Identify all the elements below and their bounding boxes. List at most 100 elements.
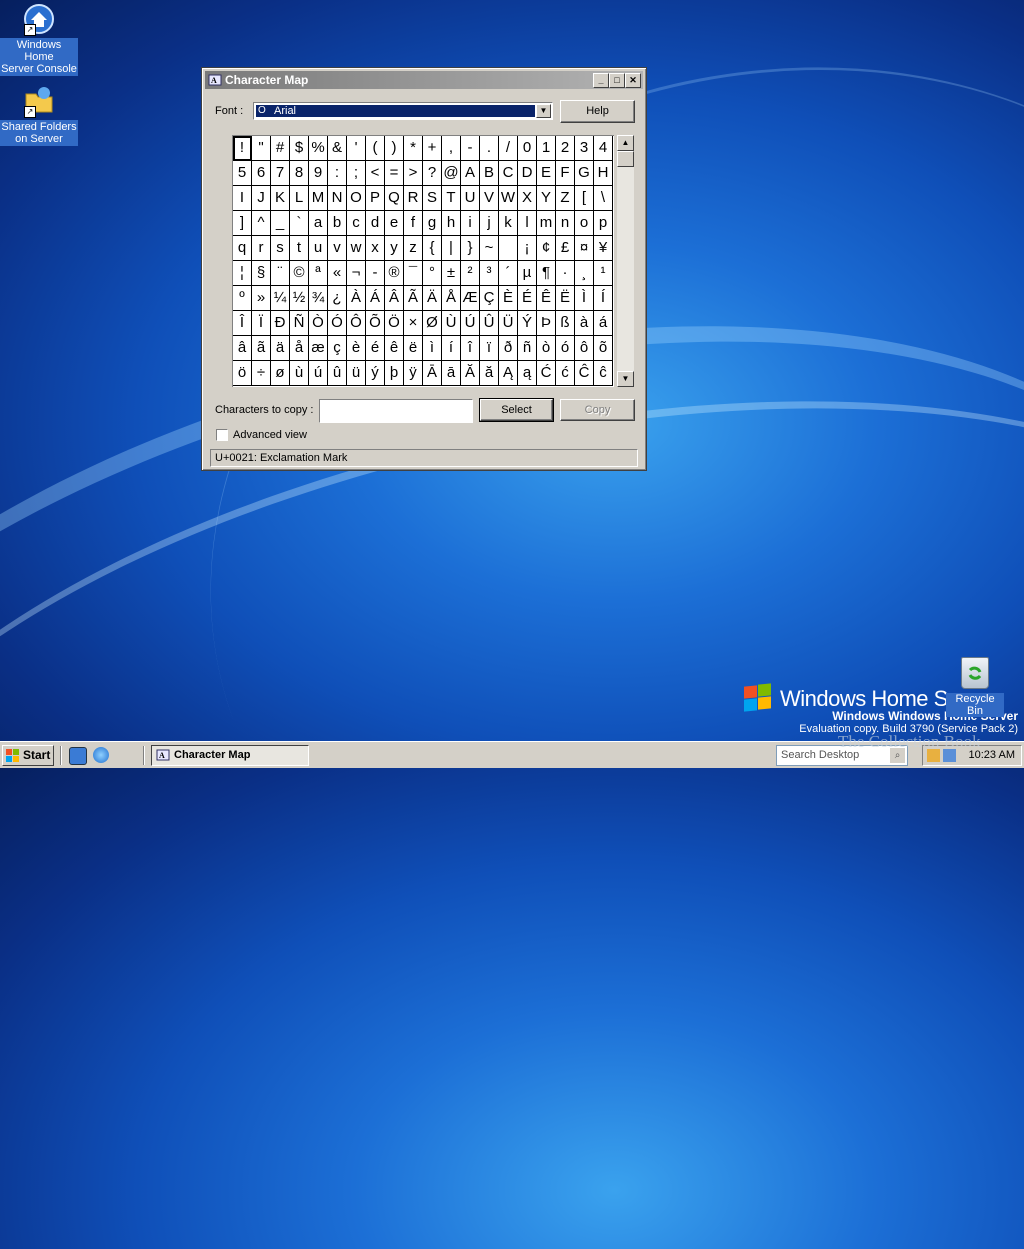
character-cell[interactable]: ª [309,261,328,286]
character-cell[interactable]: , [442,136,461,161]
character-cell[interactable]: q [233,236,252,261]
character-cell[interactable]: á [594,311,613,336]
character-cell[interactable]: Í [594,286,613,311]
character-cell[interactable]: û [328,361,347,386]
character-cell[interactable]: ì [423,336,442,361]
taskbar-button-character-map[interactable]: A Character Map [151,745,309,766]
help-button[interactable]: Help [560,100,635,123]
character-cell[interactable]: ü [347,361,366,386]
character-cell[interactable]: B [480,161,499,186]
character-cell[interactable]: J [252,186,271,211]
character-cell[interactable]: A [461,161,480,186]
character-cell[interactable]: ý [366,361,385,386]
character-cell[interactable]: À [347,286,366,311]
character-cell[interactable]: ¦ [233,261,252,286]
character-cell[interactable]: N [328,186,347,211]
character-cell[interactable]: e [385,211,404,236]
character-cell[interactable]: W [499,186,518,211]
character-cell[interactable]: t [290,236,309,261]
character-cell[interactable]: P [366,186,385,211]
character-cell[interactable]: - [366,261,385,286]
character-cell[interactable]: Û [480,311,499,336]
character-cell[interactable]: ` [290,211,309,236]
character-cell[interactable]: Ç [480,286,499,311]
character-cell[interactable]: V [480,186,499,211]
character-cell[interactable]: E [537,161,556,186]
character-cell[interactable]: v [328,236,347,261]
character-cell[interactable]: î [461,336,480,361]
character-cell[interactable]: % [309,136,328,161]
character-cell[interactable]: b [328,211,347,236]
character-cell[interactable]: µ [518,261,537,286]
character-cell[interactable]: å [290,336,309,361]
character-cell[interactable]: ã [252,336,271,361]
character-cell[interactable]: ô [575,336,594,361]
character-cell[interactable]: ¹ [594,261,613,286]
character-cell[interactable]: Q [385,186,404,211]
character-cell[interactable]: Ù [442,311,461,336]
character-cell[interactable]: $ [290,136,309,161]
character-cell[interactable]: ä [271,336,290,361]
character-cell[interactable]: ¨ [271,261,290,286]
select-button[interactable]: Select [479,398,554,422]
character-cell[interactable]: < [366,161,385,186]
character-cell[interactable]: o [575,211,594,236]
character-cell[interactable]: ¡ [518,236,537,261]
advanced-view-checkbox[interactable] [216,429,228,441]
character-cell[interactable]: Þ [537,311,556,336]
character-cell[interactable]: ā [442,361,461,386]
character-cell[interactable]: ï [480,336,499,361]
character-cell[interactable]: ó [556,336,575,361]
character-cell[interactable]: Ä [423,286,442,311]
character-cell[interactable]: ^ [252,211,271,236]
character-cell[interactable]: 5 [233,161,252,186]
character-cell[interactable]: 7 [271,161,290,186]
character-cell[interactable]: a [309,211,328,236]
character-cell[interactable]: i [461,211,480,236]
character-cell[interactable]: ñ [518,336,537,361]
character-cell[interactable]: ç [328,336,347,361]
character-cell[interactable]: æ [309,336,328,361]
character-cell[interactable]: u [309,236,328,261]
character-cell[interactable]: n [556,211,575,236]
character-cell[interactable]: ¿ [328,286,347,311]
character-cell[interactable]: 9 [309,161,328,186]
character-cell[interactable]: U [461,186,480,211]
character-cell[interactable]: 0 [518,136,537,161]
character-cell[interactable]: c [347,211,366,236]
character-cell[interactable]: ą [518,361,537,386]
scroll-thumb[interactable] [617,151,634,167]
character-cell[interactable]: R [404,186,423,211]
character-cell[interactable]: T [442,186,461,211]
character-cell[interactable]: ¢ [537,236,556,261]
character-cell[interactable]: d [366,211,385,236]
character-cell[interactable]: Ô [347,311,366,336]
character-cell[interactable]: Ó [328,311,347,336]
character-cell[interactable]: _ [271,211,290,236]
character-cell[interactable]: w [347,236,366,261]
character-cell[interactable]: È [499,286,518,311]
character-cell[interactable]: O [347,186,366,211]
minimize-button[interactable]: _ [593,73,609,88]
character-cell[interactable]: * [404,136,423,161]
character-cell[interactable]: ß [556,311,575,336]
character-cell[interactable]: ÿ [404,361,423,386]
character-cell[interactable]: É [518,286,537,311]
character-cell[interactable]: Å [442,286,461,311]
character-cell[interactable]: Î [233,311,252,336]
character-cell[interactable]: ¯ [404,261,423,286]
character-cell[interactable]: í [442,336,461,361]
character-cell[interactable]: Ã [404,286,423,311]
character-cell[interactable]: þ [385,361,404,386]
character-cell[interactable]: ă [480,361,499,386]
character-cell[interactable]: 2 [556,136,575,161]
window-titlebar[interactable]: A Character Map _ □ ✕ [205,71,643,89]
character-cell[interactable]: Ö [385,311,404,336]
character-cell[interactable]: p [594,211,613,236]
character-cell[interactable]: Ĉ [575,361,594,386]
character-cell[interactable]: 6 [252,161,271,186]
character-cell[interactable]: H [594,161,613,186]
character-cell[interactable]: Ý [518,311,537,336]
grid-scrollbar[interactable]: ▲ ▼ [617,135,634,387]
character-cell[interactable]: ò [537,336,556,361]
